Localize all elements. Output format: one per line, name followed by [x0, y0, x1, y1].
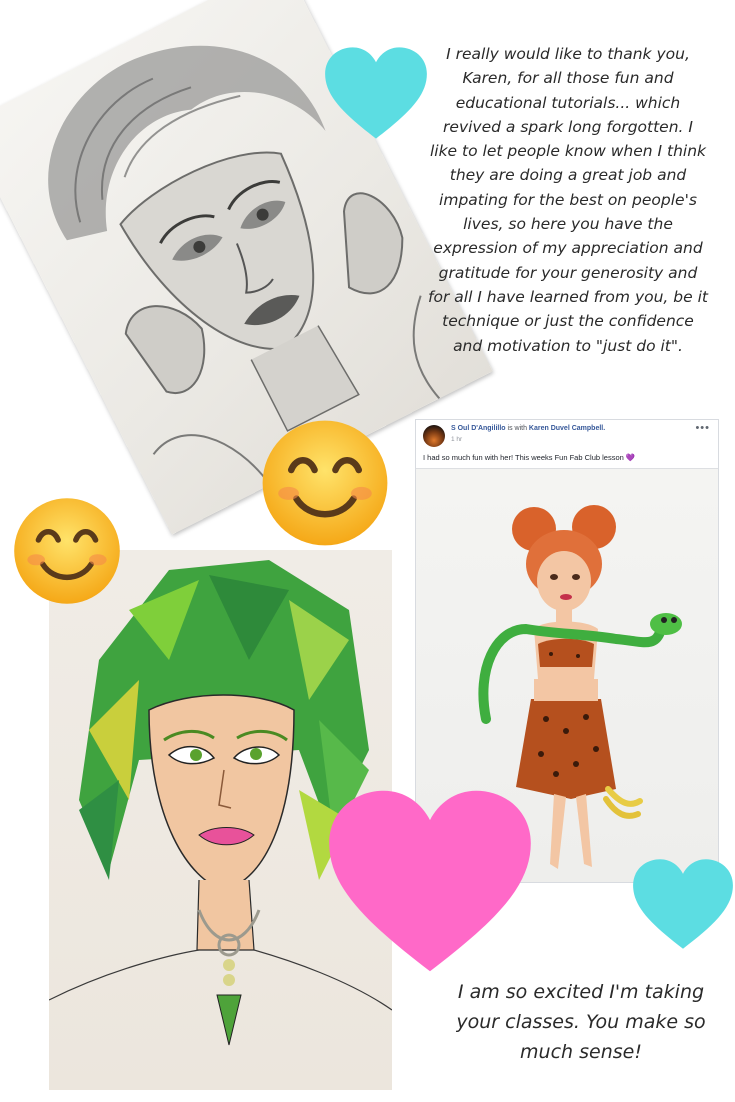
with-text: is with [507, 425, 527, 432]
smiling-face-emoji [262, 420, 388, 546]
tagged-user-link[interactable]: Karen Duvel Campbell. [529, 425, 605, 432]
testimonial-quote-top: I really would like to thank you, Karen,… [428, 45, 708, 355]
post-menu-icon[interactable]: ••• [695, 422, 710, 434]
author-avatar[interactable] [423, 425, 445, 447]
testimonial-quote-bottom: I am so excited I'm taking your classes.… [456, 981, 706, 1063]
post-author-line: S Oul D'Angilillo is with Karen Duvel Ca… [451, 425, 605, 432]
author-name-link[interactable]: S Oul D'Angilillo [451, 425, 506, 432]
heart-icon [329, 790, 531, 972]
post-text: I had so much fun with her! This weeks F… [423, 453, 636, 462]
smiling-face-emoji [14, 498, 120, 604]
post-header: S Oul D'Angilillo is with Karen Duvel Ca… [416, 420, 718, 470]
post-timestamp[interactable]: 1 hr [451, 436, 462, 443]
heart-icon [633, 859, 733, 949]
heart-icon [325, 47, 427, 139]
